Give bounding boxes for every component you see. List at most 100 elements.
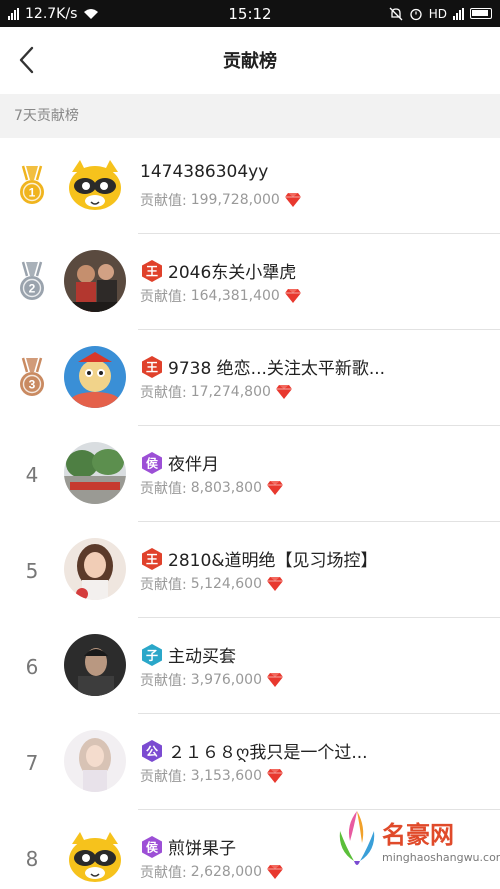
list-item[interactable]: 5 王 2810&道明绝【见习场控】贡献值: 5,124,600 (0, 522, 500, 618)
svg-text:侯: 侯 (146, 839, 159, 854)
user-name: ２１６８ღ我只是一个过... (168, 743, 368, 763)
list-item[interactable]: 6 子主动买套 贡献值: 3,976,000 (0, 618, 500, 714)
svg-text:侯: 侯 (146, 455, 159, 470)
user-name: 夜伴月 (168, 455, 219, 475)
svg-text:3: 3 (29, 378, 36, 392)
contribution-value: 164,381,400 (190, 288, 280, 304)
rank-number: 7 (25, 751, 39, 775)
user-name: 1474386304yy (140, 162, 269, 182)
contribution-list: 1 1474386304yy 贡献值: 199,728,000 2 王 2046东关小犟虎贡… (0, 138, 500, 889)
status-right: HD (312, 7, 492, 21)
user-name-line: 侯夜伴月 (140, 450, 219, 475)
rank-badge-icon: 子 (140, 643, 164, 667)
rank-badge-icon: 王 (140, 547, 164, 571)
user-name: 2046东关小犟虎 (168, 263, 297, 283)
status-bar: 12.7K/s 15:12 HD (0, 0, 500, 27)
clock: 15:12 (228, 4, 272, 23)
contribution-label: 贡献值: (140, 673, 187, 689)
rank-badge-icon: 王 (140, 355, 164, 379)
diamond-icon (266, 864, 284, 880)
contribution-value-line: 贡献值: 17,274,800 (140, 382, 293, 402)
user-name: 主动买套 (168, 647, 236, 667)
user-name-line: 1474386304yy (140, 162, 268, 182)
contribution-value-line: 贡献值: 2,628,000 (140, 862, 284, 882)
list-item[interactable]: 2 王 2046东关小犟虎贡献值: 164,381,400 (0, 234, 500, 330)
diamond-icon (266, 672, 284, 688)
user-name-line: 子主动买套 (140, 642, 236, 667)
contribution-value: 8,803,800 (190, 480, 262, 496)
contribution-value: 199,728,000 (190, 192, 280, 208)
avatar[interactable] (64, 730, 126, 792)
contribution-label: 贡献值: (140, 769, 187, 785)
avatar[interactable] (64, 826, 126, 888)
contribution-label: 贡献值: (140, 577, 187, 593)
contribution-value-line: 贡献值: 199,728,000 (140, 190, 302, 210)
contribution-label: 贡献值: (140, 289, 187, 305)
rank-number: 8 (25, 847, 39, 871)
rank-badge-icon: 公 (140, 739, 164, 763)
contribution-label: 贡献值: (140, 385, 187, 401)
svg-text:2: 2 (29, 282, 36, 296)
list-item[interactable]: 1 1474386304yy 贡献值: 199,728,000 (0, 138, 500, 234)
hd-label: HD (428, 6, 447, 21)
contribution-value: 17,274,800 (190, 384, 271, 400)
watermark-url: minghaoshangwu.com (382, 851, 500, 864)
avatar[interactable] (64, 538, 126, 600)
list-item[interactable]: 4 侯夜伴月贡献值: 8,803,800 (0, 426, 500, 522)
contribution-label: 贡献值: (140, 481, 187, 497)
contribution-value-line: 贡献值: 5,124,600 (140, 574, 284, 594)
signal-icon-2 (453, 7, 464, 20)
rank-number: 5 (25, 559, 39, 583)
watermark-text: 名豪网 (382, 821, 454, 849)
mute-icon (389, 7, 403, 20)
contribution-value: 5,124,600 (190, 576, 262, 592)
avatar[interactable] (64, 154, 126, 216)
section-label: 7天贡献榜 (0, 94, 500, 138)
contribution-label: 贡献值: (140, 865, 187, 881)
avatar[interactable] (64, 250, 126, 312)
contribution-value-line: 贡献值: 8,803,800 (140, 478, 284, 498)
avatar[interactable] (64, 442, 126, 504)
svg-text:王: 王 (146, 264, 158, 278)
rank-badge-icon: 侯 (140, 835, 164, 859)
contribution-value: 3,976,000 (190, 672, 262, 688)
svg-text:王: 王 (146, 360, 158, 374)
diamond-icon (284, 288, 302, 304)
bronze-medal-icon: 3 (14, 354, 50, 404)
user-name: 9738 绝恋...关注太平新歌... (168, 359, 386, 379)
silver-medal-icon: 2 (14, 258, 50, 308)
diamond-icon (266, 768, 284, 784)
user-name: 2810&道明绝【见习场控】 (168, 551, 378, 571)
svg-text:王: 王 (146, 552, 158, 566)
avatar[interactable] (64, 346, 126, 408)
contribution-value: 2,628,000 (190, 864, 262, 880)
user-name-line: 王 9738 绝恋...关注太平新歌... (140, 354, 385, 379)
contribution-value-line: 贡献值: 3,976,000 (140, 670, 284, 690)
rank-badge-icon: 王 (140, 259, 164, 283)
diamond-icon (275, 384, 293, 400)
svg-text:公: 公 (146, 744, 158, 758)
user-name: 煎饼果子 (168, 839, 236, 859)
wifi-icon (84, 8, 99, 19)
svg-text:1: 1 (29, 186, 36, 200)
user-name-line: 王 2046东关小犟虎 (140, 258, 296, 283)
user-name-line: 侯煎饼果子 (140, 834, 236, 859)
user-name-line: 王 2810&道明绝【见习场控】 (140, 546, 378, 571)
diamond-icon (266, 576, 284, 592)
header: 贡献榜 (0, 27, 500, 94)
rank-badge-icon: 侯 (140, 451, 164, 475)
list-item[interactable]: 3 王 9738 绝恋...关注太平新歌... 贡献值: 17,274,800 (0, 330, 500, 426)
list-item[interactable]: 7 公 ２１６８ღ我只是一个过... 贡献值: 3,153,600 (0, 714, 500, 810)
signal-icon (8, 7, 19, 20)
rank-number: 4 (25, 463, 39, 487)
alarm-icon (410, 8, 422, 20)
avatar[interactable] (64, 634, 126, 696)
diamond-icon (266, 480, 284, 496)
diamond-icon (284, 192, 302, 208)
watermark: 名豪网 minghaoshangwu.com (334, 807, 500, 883)
gold-medal-icon: 1 (14, 162, 50, 212)
network-speed: 12.7K/s (25, 5, 78, 22)
svg-text:子: 子 (146, 648, 158, 662)
page-title: 贡献榜 (223, 51, 277, 72)
contribution-value: 3,153,600 (190, 768, 262, 784)
